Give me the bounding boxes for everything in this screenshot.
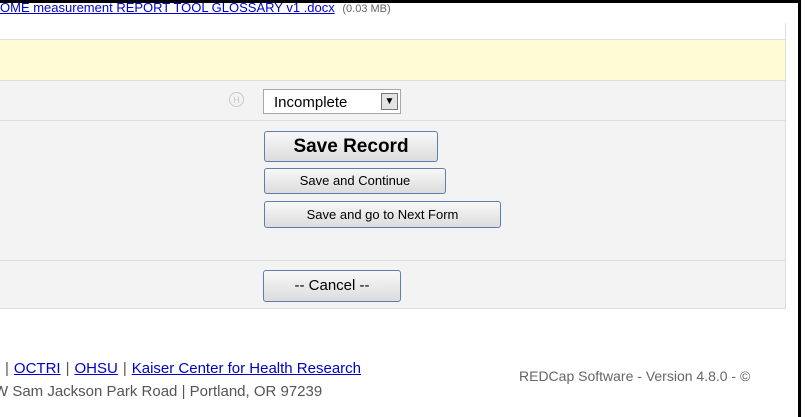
footer-separator: |: [65, 360, 70, 377]
page-footer: | OCTRI | OHSU | Kaiser Center for Health Res…: [0, 355, 798, 415]
footer-separator: |: [122, 360, 127, 377]
footer-link-kaiser[interactable]: Kaiser Center for Health Research: [132, 360, 361, 377]
form-status-select[interactable]: Incomplete ▼: [263, 89, 401, 114]
chevron-down-icon[interactable]: ▼: [381, 93, 398, 110]
form-status-selected-value: Incomplete: [274, 94, 348, 111]
history-icon[interactable]: H: [229, 92, 244, 107]
file-attachment-row: OME measurement REPORT TOOL GLOSSARY v1 …: [0, 3, 798, 19]
footer-separator: |: [5, 360, 9, 377]
save-buttons-row: Save Record Save and Continue Save and g…: [0, 121, 785, 261]
footer-link-ohsu[interactable]: OHSU: [74, 360, 117, 377]
save-record-button[interactable]: Save Record: [264, 131, 438, 162]
section-header-row: [0, 39, 785, 81]
form-status-row: H Incomplete ▼: [0, 81, 785, 121]
page-frame: OME measurement REPORT TOOL GLOSSARY v1 …: [0, 0, 801, 417]
save-and-continue-button[interactable]: Save and Continue: [264, 168, 446, 194]
form-table: H Incomplete ▼ Save Record Save and Cont…: [0, 23, 786, 309]
file-download-link[interactable]: OME measurement REPORT TOOL GLOSSARY v1 …: [0, 3, 335, 15]
software-version-label: REDCap Software - Version 4.8.0 - ©: [519, 368, 751, 384]
file-size-label: (0.03 MB): [342, 3, 391, 15]
cancel-row: -- Cancel --: [0, 261, 785, 309]
cancel-button[interactable]: -- Cancel --: [263, 270, 401, 302]
footer-link-octri[interactable]: OCTRI: [14, 360, 61, 377]
save-and-next-form-button[interactable]: Save and go to Next Form: [264, 201, 501, 228]
footer-address: W Sam Jackson Park Road | Portland, OR 9…: [0, 383, 323, 400]
footer-links: | OCTRI | OHSU | Kaiser Center for Health Res…: [0, 360, 361, 377]
